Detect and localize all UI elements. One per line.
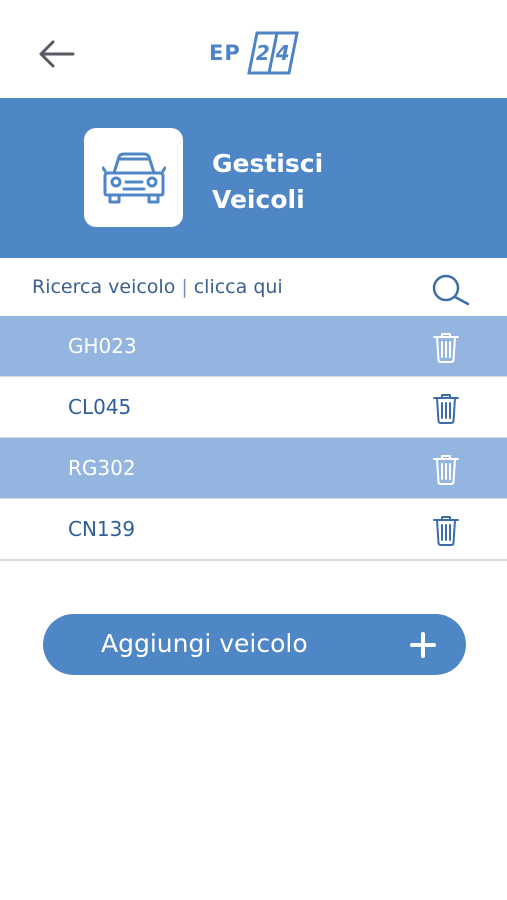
delete-vehicle-button[interactable] bbox=[428, 450, 464, 488]
trash-icon bbox=[433, 455, 459, 485]
car-tile bbox=[84, 128, 183, 227]
search-separator: | bbox=[181, 276, 188, 298]
car-icon bbox=[101, 152, 166, 203]
plus-icon bbox=[410, 632, 436, 658]
vehicle-plate: CL045 bbox=[68, 395, 132, 419]
vehicle-list: GH023 CL045 RG302 CN139 bbox=[0, 316, 507, 561]
logo-digit-1: 2 bbox=[255, 41, 270, 65]
search-icon bbox=[432, 274, 470, 306]
page-title-line2: Veicoli bbox=[212, 185, 305, 214]
vehicle-row[interactable]: GH023 bbox=[0, 316, 507, 377]
logo-digit-2: 4 bbox=[275, 41, 290, 65]
vehicle-row[interactable]: RG302 bbox=[0, 438, 507, 499]
search-label: Ricerca veicolo bbox=[32, 276, 176, 298]
search-hint: clicca qui bbox=[193, 276, 283, 298]
page-title-line1: Gestisci bbox=[212, 149, 324, 178]
ep24-logo: EP 2 4 bbox=[209, 30, 299, 76]
logo-box: 2 4 bbox=[246, 31, 299, 75]
vehicle-plate: RG302 bbox=[68, 456, 136, 480]
page-title: Gestisci Veicoli bbox=[212, 146, 323, 218]
delete-vehicle-button[interactable] bbox=[428, 511, 464, 549]
vehicle-row[interactable]: CL045 bbox=[0, 377, 507, 438]
back-button[interactable] bbox=[34, 34, 78, 74]
delete-vehicle-button[interactable] bbox=[428, 328, 464, 366]
vehicle-row[interactable]: CN139 bbox=[0, 499, 507, 560]
top-bar: EP 2 4 bbox=[0, 0, 507, 98]
add-vehicle-label: Aggiungi veicolo bbox=[101, 629, 308, 658]
search-placeholder: Ricerca veicolo | clicca qui bbox=[32, 276, 283, 298]
delete-vehicle-button[interactable] bbox=[428, 389, 464, 427]
search-button[interactable] bbox=[428, 270, 474, 310]
arrow-left-icon bbox=[39, 40, 75, 68]
trash-icon bbox=[433, 333, 459, 363]
logo-prefix: EP bbox=[209, 41, 241, 65]
add-vehicle-button[interactable]: Aggiungi veicolo bbox=[43, 614, 466, 675]
trash-icon bbox=[433, 394, 459, 424]
trash-icon bbox=[433, 516, 459, 546]
vehicle-plate: GH023 bbox=[68, 334, 137, 358]
vehicle-plate: CN139 bbox=[68, 517, 136, 541]
